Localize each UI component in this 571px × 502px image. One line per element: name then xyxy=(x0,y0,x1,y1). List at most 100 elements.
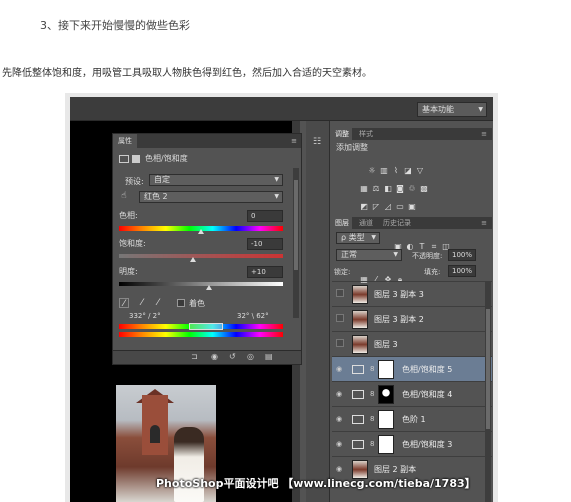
properties-panel-icon[interactable]: ☷ xyxy=(313,137,321,147)
layer-filter-select[interactable]: ρ 类型 ▼ xyxy=(336,232,380,244)
layer-thumbnail[interactable] xyxy=(352,310,368,329)
layer-thumbnail[interactable] xyxy=(352,335,368,354)
tab-styles[interactable]: 样式 xyxy=(356,128,376,140)
lightness-slider-knob[interactable] xyxy=(206,285,213,290)
tab-layers[interactable]: 图层 xyxy=(332,217,352,229)
tab-adjustments[interactable]: 调整 xyxy=(332,128,352,140)
tab-properties[interactable]: 属性 xyxy=(113,134,137,148)
opacity-label: 不透明度: xyxy=(412,252,443,260)
eye-icon[interactable]: ◉ xyxy=(336,364,346,374)
layer-name: 图层 3 副本 2 xyxy=(374,315,424,324)
filter-type-icon[interactable]: T xyxy=(417,242,427,251)
visibility-icon[interactable]: ◎ xyxy=(247,352,254,361)
filter-adjust-icon[interactable]: ◐ xyxy=(405,242,415,251)
levels-icon[interactable]: ▥ xyxy=(379,166,389,175)
vibrance-icon[interactable]: ▽ xyxy=(415,166,425,175)
saturation-slider-track[interactable] xyxy=(119,254,283,258)
chevron-down-icon: ▼ xyxy=(478,106,483,113)
colorize-label: 着色 xyxy=(189,299,205,308)
black-white-icon[interactable]: ◧ xyxy=(383,184,393,193)
right-panel-dock: ☷ 调整 样式 ≡ 添加调整 ☼ ▥ ⌇ ◪ ▽ ▦ ⚖ ◧ ◙ ♲ ▩ ◩ ◸ ◿ ▭ ▣ 图层 通道 xyxy=(306,121,493,502)
hand-target-icon[interactable]: ☝ xyxy=(119,191,129,201)
workspace-select[interactable]: 基本功能 ▼ xyxy=(417,102,487,117)
adjustment-title: 色相/饱和度 xyxy=(119,153,188,165)
panel-menu-icon[interactable]: ≡ xyxy=(478,128,490,140)
scroll-thumb[interactable] xyxy=(486,309,490,429)
scroll-thumb[interactable] xyxy=(294,180,298,270)
threshold-icon[interactable]: ◿ xyxy=(383,202,393,211)
eyedropper-icon[interactable]: ⁄ xyxy=(119,298,129,309)
exposure-icon[interactable]: ◪ xyxy=(403,166,413,175)
visibility-toggle[interactable] xyxy=(336,289,344,297)
photo-filter-icon[interactable]: ◙ xyxy=(395,184,405,193)
colorize-checkbox[interactable] xyxy=(177,299,185,307)
layer-row[interactable]: 图层 3 副本 3 xyxy=(332,281,492,306)
link-icon[interactable]: 8 xyxy=(370,415,374,423)
eye-icon[interactable]: ◉ xyxy=(336,439,346,449)
fill-input[interactable]: 100% xyxy=(448,265,476,277)
channel-mixer-icon[interactable]: ♲ xyxy=(407,184,417,193)
color-lookup-icon[interactable]: ▩ xyxy=(419,184,429,193)
blend-mode-select[interactable]: 正常 ▼ xyxy=(336,249,402,261)
layer-row[interactable]: 图层 3 xyxy=(332,331,492,356)
channel-select[interactable]: 红色 2 ▼ xyxy=(139,191,283,203)
eye-icon[interactable]: ◉ xyxy=(336,464,346,474)
layer-mask-thumbnail[interactable] xyxy=(378,360,394,379)
eye-icon[interactable]: ◉ xyxy=(336,414,346,424)
link-icon[interactable]: 8 xyxy=(370,440,374,448)
properties-header: 属性 ≡ xyxy=(113,134,301,148)
color-range-selector[interactable] xyxy=(189,323,223,330)
link-icon[interactable]: 8 xyxy=(370,365,374,373)
view-previous-icon[interactable]: ◉ xyxy=(211,352,218,361)
layers-scrollbar[interactable] xyxy=(485,281,491,502)
visibility-toggle[interactable] xyxy=(336,314,344,322)
layer-row[interactable]: ◉ 8 色阶 1 xyxy=(332,406,492,431)
panel-menu-icon[interactable]: ≡ xyxy=(478,217,490,229)
panel-menu-icon[interactable]: ≡ xyxy=(291,134,297,148)
eyedropper-minus-icon[interactable]: ⁄ xyxy=(153,298,163,308)
layer-row[interactable]: ◉ 8 色相/饱和度 4 xyxy=(332,381,492,406)
link-icon[interactable]: 8 xyxy=(370,390,374,398)
color-balance-icon[interactable]: ⚖ xyxy=(371,184,381,193)
tab-channels[interactable]: 通道 xyxy=(356,217,376,229)
hue-slider-knob[interactable] xyxy=(198,229,204,234)
filter-shape-icon[interactable]: ⌗ xyxy=(429,242,439,251)
layer-mask-thumbnail[interactable] xyxy=(378,410,394,429)
saturation-input[interactable]: -10 xyxy=(247,238,283,250)
intro-text: 先降低整体饱和度，用吸管工具吸取人物肤色得到红色，然后加入合适的天空素材。 xyxy=(2,68,372,79)
eye-icon[interactable]: ◉ xyxy=(336,389,346,399)
brightness-icon[interactable]: ☼ xyxy=(367,166,377,175)
layer-row[interactable]: 图层 3 副本 2 xyxy=(332,306,492,331)
hue-sat-icon[interactable]: ▦ xyxy=(359,184,369,193)
preset-select[interactable]: 自定 ▼ xyxy=(149,174,283,186)
adjustment-layer-icon xyxy=(352,365,364,374)
invert-icon[interactable]: ◩ xyxy=(359,202,369,211)
layer-mask-thumbnail[interactable] xyxy=(378,435,394,454)
clip-to-layer-icon[interactable]: ⊐ xyxy=(191,352,198,361)
selective-color-icon[interactable]: ▣ xyxy=(407,202,417,211)
filter-value: 类型 xyxy=(348,233,365,242)
properties-scrollbar[interactable] xyxy=(293,168,299,318)
hue-input[interactable]: 0 xyxy=(247,210,283,222)
layer-name: 色相/饱和度 3 xyxy=(402,440,453,449)
delete-icon[interactable]: ▤ xyxy=(265,352,273,361)
reset-icon[interactable]: ↺ xyxy=(229,352,236,361)
properties-panel: 属性 ≡ 色相/饱和度 预设: 自定 ▼ ☝ 红色 2 ▼ 色相: 0 饱和度: -… xyxy=(112,133,302,365)
layer-mask-thumbnail[interactable] xyxy=(378,385,394,404)
chevron-down-icon: ▼ xyxy=(274,176,279,183)
curves-icon[interactable]: ⌇ xyxy=(391,166,401,175)
layer-thumbnail[interactable] xyxy=(352,285,368,304)
eyedropper-plus-icon[interactable]: ⁄ xyxy=(137,298,147,308)
lightness-input[interactable]: +10 xyxy=(247,266,283,278)
saturation-slider-knob[interactable] xyxy=(189,257,196,262)
posterize-icon[interactable]: ◸ xyxy=(371,202,381,211)
tab-history[interactable]: 历史记录 xyxy=(380,217,414,229)
visibility-toggle[interactable] xyxy=(336,339,344,347)
adjustments-tabs: 调整 样式 ≡ xyxy=(332,128,492,140)
layer-row[interactable]: ◉ 8 色相/饱和度 5 xyxy=(332,356,492,381)
gradient-map-icon[interactable]: ▭ xyxy=(395,202,405,211)
layer-row[interactable]: ◉ 8 色相/饱和度 3 xyxy=(332,431,492,456)
opacity-input[interactable]: 100% xyxy=(448,249,476,261)
lightness-slider-track[interactable] xyxy=(119,282,283,286)
blend-mode-value: 正常 xyxy=(341,250,357,259)
